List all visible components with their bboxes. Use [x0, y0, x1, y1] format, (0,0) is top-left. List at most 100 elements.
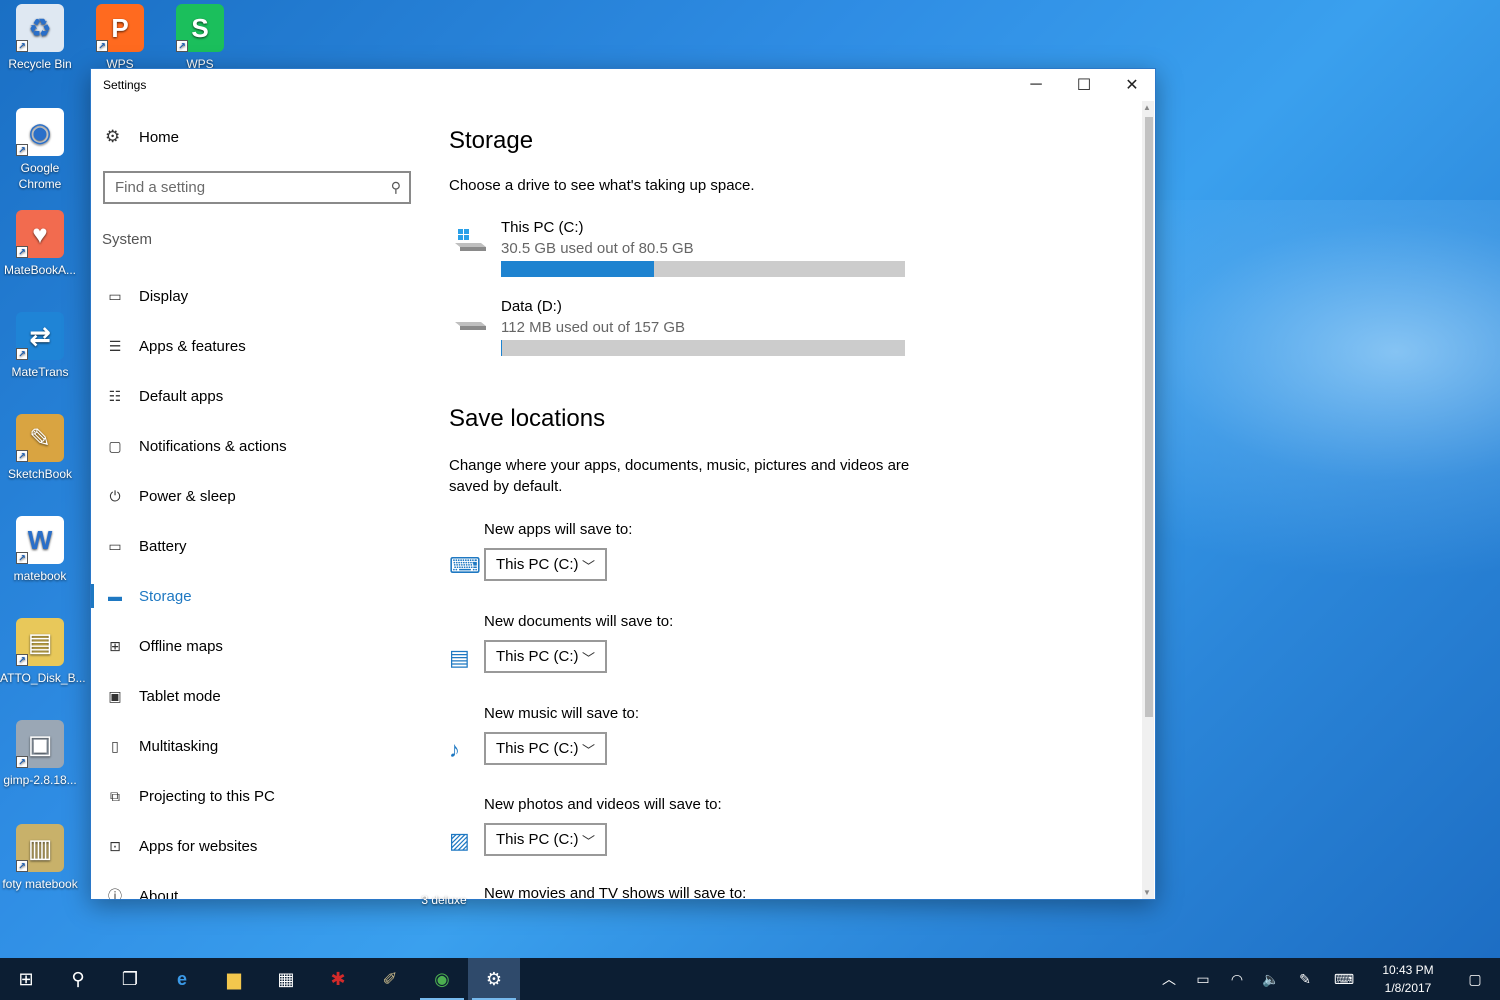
nav-item-battery[interactable]: ▭ Battery: [91, 521, 421, 571]
apps-websites-icon: ⊡: [109, 837, 121, 854]
maps-icon: ⊞: [109, 637, 121, 654]
nav-item-label: Apps for websites: [139, 837, 258, 855]
task-view-button[interactable]: ❐: [104, 958, 156, 1000]
save-location: New photos and videos will save to: ▨ This…: [449, 796, 909, 876]
nav-item-label: Notifications & actions: [139, 437, 287, 455]
nav-item-power-sleep[interactable]: ⏻ Power & sleep: [91, 471, 421, 521]
edge-button[interactable]: e: [156, 958, 208, 1000]
search-icon[interactable]: ⚲: [391, 179, 401, 196]
desktop-icon[interactable]: ▤ ↗ ATTO_Disk_B...: [0, 618, 86, 686]
desktop-icon-label: matebook: [13, 569, 67, 583]
nav-item-offline-maps[interactable]: ⊞ Offline maps: [91, 621, 421, 671]
clock-time: 10:43 PM: [1382, 963, 1434, 977]
home-link[interactable]: ⚙ Home: [105, 127, 179, 147]
desktop-icon[interactable]: W ↗ matebook: [0, 516, 80, 584]
music-icon: ♪: [449, 737, 460, 762]
settings-taskbar-button[interactable]: ⚙: [468, 958, 520, 1000]
desktop-app-icon: S ↗: [176, 4, 224, 52]
windows-logo-icon: ⊞: [18, 968, 34, 989]
nav-item-display[interactable]: ▭ Display: [91, 271, 421, 321]
nav-item-apps-for-websites[interactable]: ⊡ Apps for websites: [91, 821, 421, 871]
desktop-icon[interactable]: P ↗ WPS: [80, 4, 160, 72]
volume-icon[interactable]: 🔈: [1254, 971, 1288, 988]
storage-icon: ▬: [108, 588, 122, 604]
nav-item-notifications-actions[interactable]: ▢ Notifications & actions: [91, 421, 421, 471]
page-subtitle: Choose a drive to see what's taking up s…: [449, 177, 755, 194]
drive-item[interactable]: This PC (C:) 30.5 GB used out of 80.5 GB: [449, 219, 909, 279]
keyboard-icon[interactable]: ⌨: [1322, 971, 1366, 988]
desktop-icon[interactable]: ▣ ↗ gimp-2.8.18...: [0, 720, 80, 788]
desktop-icon[interactable]: ♥ ↗ MateBookA...: [0, 210, 80, 278]
chrome-button[interactable]: ◉: [416, 958, 468, 1000]
desktop-app-icon: ▣ ↗: [16, 720, 64, 768]
nav-item-label: Apps & features: [139, 337, 246, 355]
about-icon: ⓘ: [108, 888, 122, 899]
nav-item-default-apps[interactable]: ☷ Default apps: [91, 371, 421, 421]
notifications-icon: ▢: [108, 437, 122, 454]
pen-icon[interactable]: ✎: [1288, 971, 1322, 988]
desktop-icon[interactable]: ▥ ↗ foty matebook: [0, 824, 80, 892]
scroll-up-icon[interactable]: ▲: [1143, 103, 1151, 112]
store-button[interactable]: ▦: [260, 958, 312, 1000]
dropdown-value: This PC (C:): [496, 556, 579, 573]
wifi-icon[interactable]: ◠: [1220, 971, 1254, 988]
nav-item-storage[interactable]: ▬ Storage: [91, 571, 421, 621]
page-title: Storage: [449, 127, 534, 154]
shortcut-arrow-icon: ↗: [96, 40, 108, 52]
desktop-icon-label: gimp-2.8.18...: [3, 773, 77, 787]
shortcut-arrow-icon: ↗: [16, 552, 28, 564]
nav-item-label: Projecting to this PC: [139, 787, 275, 805]
save-location: New music will save to: ♪ This PC (C:) ﹀: [449, 705, 909, 785]
battery-icon[interactable]: ▭: [1186, 971, 1220, 988]
chrome-icon: ◉: [434, 968, 450, 989]
nav-item-apps-features[interactable]: ☰ Apps & features: [91, 321, 421, 371]
title-bar[interactable]: Settings ─ ☐ ✕: [91, 69, 1155, 101]
nav-item-about[interactable]: ⓘ About: [91, 871, 421, 900]
desktop-icon[interactable]: ♻ ↗ Recycle Bin: [0, 4, 80, 72]
maximize-button[interactable]: ☐: [1061, 69, 1107, 101]
desktop-icon[interactable]: ✎ ↗ SketchBook: [0, 414, 80, 482]
save-location: New documents will save to: ▤ This PC (C:)…: [449, 613, 909, 693]
save-location-dropdown[interactable]: This PC (C:) ﹀: [484, 823, 607, 856]
search-icon: ⚲: [71, 968, 85, 989]
photos-icon: ▨: [449, 828, 470, 853]
partial-label-text: 3 deluxe: [421, 893, 467, 907]
drive-item[interactable]: Data (D:) 112 MB used out of 157 GB: [449, 298, 909, 358]
app-button-red[interactable]: ✱: [312, 958, 364, 1000]
gear-icon: ⚙: [485, 968, 503, 989]
shortcut-arrow-icon: ↗: [16, 654, 28, 666]
search-input[interactable]: [115, 179, 391, 196]
close-button[interactable]: ✕: [1109, 69, 1155, 101]
scroll-down-icon[interactable]: ▼: [1143, 888, 1151, 897]
desktop-app-icon: ▥ ↗: [16, 824, 64, 872]
desktop-icon[interactable]: ◉ ↗ Google Chrome: [0, 108, 80, 192]
app-button-gimp[interactable]: ✐: [364, 958, 416, 1000]
drive-usage: 30.5 GB used out of 80.5 GB: [501, 240, 694, 257]
nav-item-multitasking[interactable]: ▯ Multitasking: [91, 721, 421, 771]
clock[interactable]: 10:43 PM 1/8/2017: [1366, 961, 1450, 997]
save-locations-description: Change where your apps, documents, music…: [449, 457, 910, 495]
search-taskbar-button[interactable]: ⚲: [52, 958, 104, 1000]
nav-item-tablet-mode[interactable]: ▣ Tablet mode: [91, 671, 421, 721]
nav-item-projecting-to-this-pc[interactable]: ⧉ Projecting to this PC: [91, 771, 421, 821]
save-location-dropdown[interactable]: This PC (C:) ﹀: [484, 640, 607, 673]
desktop-icon[interactable]: S ↗ WPS: [160, 4, 240, 72]
scrollbar[interactable]: ▲ ▼: [1142, 101, 1154, 899]
save-location-dropdown[interactable]: This PC (C:) ﹀: [484, 548, 607, 581]
action-center-icon[interactable]: ▢: [1450, 971, 1500, 988]
save-location-dropdown[interactable]: This PC (C:) ﹀: [484, 732, 607, 765]
nav-section-title: System: [102, 231, 153, 248]
dropdown-value: This PC (C:): [496, 831, 579, 848]
search-box[interactable]: ⚲: [103, 171, 411, 204]
start-button[interactable]: ⊞: [0, 958, 52, 1000]
minimize-button[interactable]: ─: [1013, 69, 1059, 101]
shortcut-arrow-icon: ↗: [16, 450, 28, 462]
file-explorer-button[interactable]: ▆: [208, 958, 260, 1000]
chevron-up-icon[interactable]: ︿: [1152, 969, 1186, 989]
desktop-icon[interactable]: ⇄ ↗ MateTrans: [0, 312, 80, 380]
shortcut-arrow-icon: ↗: [16, 348, 28, 360]
projecting-icon: ⧉: [110, 787, 120, 804]
nav-item-label: About: [139, 887, 179, 900]
scroll-thumb[interactable]: [1145, 117, 1153, 717]
desktop-partial-label: 3 deluxe: [404, 892, 484, 908]
